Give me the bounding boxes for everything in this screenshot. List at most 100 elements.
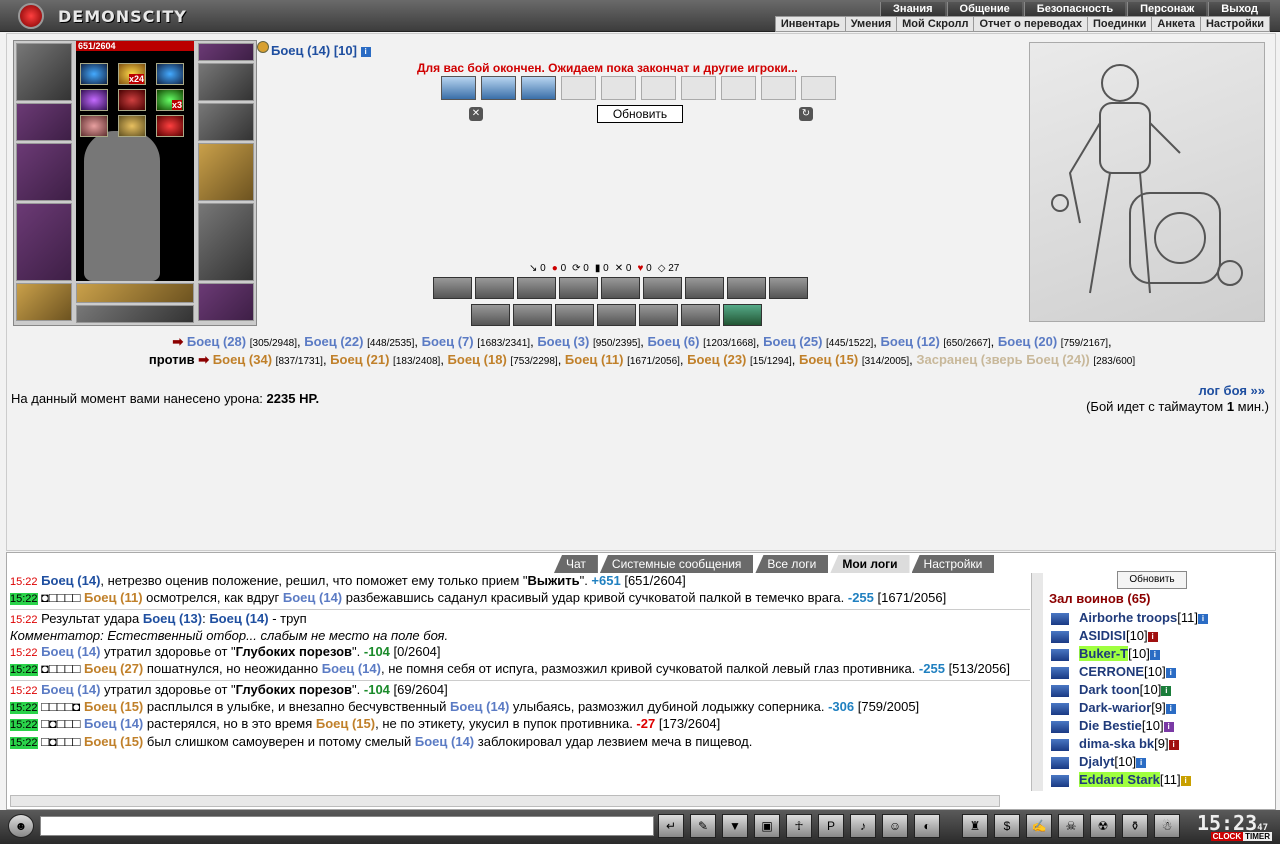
- menu-bottom-item[interactable]: Мой Скролл: [896, 17, 973, 31]
- player-row[interactable]: Dark toon[10] i: [1051, 681, 1271, 699]
- player-row[interactable]: Eddard Stark[11] i: [1051, 771, 1271, 789]
- info-icon[interactable]: i: [1149, 649, 1160, 660]
- skill-button[interactable]: [471, 304, 510, 326]
- friends-icon[interactable]: ☃: [1154, 814, 1180, 838]
- mask-icon[interactable]: ☠: [1058, 814, 1084, 838]
- scroll-slot[interactable]: [801, 76, 836, 100]
- chat-scrollbar[interactable]: [1031, 573, 1043, 791]
- player-name[interactable]: Eddard Stark: [1079, 772, 1160, 787]
- confirm-icon[interactable]: ↻: [799, 107, 813, 121]
- magic-slot-8[interactable]: [118, 115, 146, 137]
- scroll-slot[interactable]: [641, 76, 676, 100]
- fighter-name[interactable]: Боец (15): [799, 352, 858, 367]
- refresh-button[interactable]: Обновить: [597, 105, 683, 123]
- fighter-name[interactable]: Боец (18): [448, 352, 507, 367]
- skill-button[interactable]: [513, 304, 552, 326]
- skill-button[interactable]: [597, 304, 636, 326]
- magic-slot-1[interactable]: [80, 63, 108, 85]
- magic-slot-4[interactable]: [80, 89, 108, 111]
- skill-button[interactable]: [639, 304, 678, 326]
- legs-slot[interactable]: [198, 203, 254, 281]
- scroll-slot[interactable]: [681, 76, 716, 100]
- player-name[interactable]: ASIDISI: [1079, 628, 1126, 643]
- tab-2[interactable]: Все логи: [755, 555, 829, 573]
- pen-icon[interactable]: ✍: [1026, 814, 1052, 838]
- player-name[interactable]: CERRONE: [1079, 664, 1144, 679]
- belt-slot[interactable]: [16, 283, 72, 321]
- send-icon[interactable]: ↵: [658, 814, 684, 838]
- extra-slots[interactable]: [76, 305, 194, 323]
- menu-top-item[interactable]: Персонаж: [1127, 2, 1207, 16]
- skill-button[interactable]: [727, 277, 766, 299]
- magic-slot-3[interactable]: [156, 63, 184, 85]
- amulet-slot[interactable]: [198, 43, 254, 61]
- fighter-name[interactable]: Боец (3): [537, 334, 589, 349]
- skill-button[interactable]: [559, 277, 598, 299]
- eraser-icon[interactable]: ✎: [690, 814, 716, 838]
- player-name[interactable]: Dark toon: [1079, 682, 1140, 697]
- player-name[interactable]: Buker-T: [1079, 646, 1129, 661]
- beast-name[interactable]: Засранец (зверь Боец (24)): [916, 352, 1089, 367]
- info-icon[interactable]: i: [1165, 667, 1176, 678]
- info-icon[interactable]: i: [1161, 685, 1172, 696]
- info-icon[interactable]: i: [1147, 631, 1158, 642]
- bottle-icon[interactable]: ⚱: [1122, 814, 1148, 838]
- boots-slot[interactable]: [198, 283, 254, 321]
- magic-slot-6[interactable]: x3: [156, 89, 184, 111]
- info-icon[interactable]: i: [1197, 613, 1208, 624]
- fighter-name[interactable]: Боец (22): [304, 334, 363, 349]
- ring-slots[interactable]: [198, 63, 254, 101]
- menu-bottom-item[interactable]: Инвентарь: [776, 17, 845, 31]
- info-icon[interactable]: i: [1180, 775, 1191, 786]
- player-row[interactable]: CERRONE[10] i: [1051, 663, 1271, 681]
- battle-log-link[interactable]: лог боя »»: [1198, 383, 1265, 398]
- pl-icon[interactable]: P: [818, 814, 844, 838]
- fighter-name[interactable]: Боец (28): [187, 334, 246, 349]
- menu-top-item[interactable]: Общение: [946, 2, 1022, 16]
- rune-slots[interactable]: [76, 283, 194, 303]
- shield-slot[interactable]: [198, 143, 254, 201]
- menu-bottom-item[interactable]: Настройки: [1199, 17, 1269, 31]
- helmet-slot[interactable]: [16, 43, 72, 101]
- armor-slot[interactable]: [16, 203, 72, 281]
- menu-top-item[interactable]: Безопасность: [1023, 2, 1126, 16]
- skill-button[interactable]: [433, 277, 472, 299]
- scroll-slot[interactable]: [721, 76, 756, 100]
- logo-icon[interactable]: [18, 3, 44, 29]
- gloves-slot[interactable]: [198, 103, 254, 141]
- magic-slot-2[interactable]: x24: [118, 63, 146, 85]
- skill-button[interactable]: [555, 304, 594, 326]
- player-name[interactable]: Die Bestie: [1079, 718, 1142, 733]
- scroll-slot[interactable]: [481, 76, 516, 100]
- fighter-name[interactable]: Боец (23): [687, 352, 746, 367]
- magic-slot-7[interactable]: [80, 115, 108, 137]
- character-name[interactable]: Боец (14) [10] i: [271, 43, 371, 58]
- skill-button[interactable]: [685, 277, 724, 299]
- skill-button[interactable]: [643, 277, 682, 299]
- fighter-name[interactable]: Боец (20): [998, 334, 1057, 349]
- magic-slot-5[interactable]: [118, 89, 146, 111]
- chat-input[interactable]: [40, 816, 654, 836]
- fighter-name[interactable]: Боец (21): [330, 352, 389, 367]
- player-row[interactable]: Djalyt[10] i: [1051, 753, 1271, 771]
- skill-button[interactable]: [517, 277, 556, 299]
- player-row[interactable]: Dark-warior[9] i: [1051, 699, 1271, 717]
- fighter-name[interactable]: Боец (12): [881, 334, 940, 349]
- player-row[interactable]: Airborhe troops[11] i: [1051, 609, 1271, 627]
- smile-icon[interactable]: ☻: [8, 814, 34, 838]
- tab-4[interactable]: Настройки: [911, 555, 995, 573]
- money-icon[interactable]: $: [994, 814, 1020, 838]
- skill-button[interactable]: [769, 277, 808, 299]
- player-row[interactable]: Die Bestie[10] i: [1051, 717, 1271, 735]
- info-icon[interactable]: i: [360, 46, 371, 57]
- players-refresh-button[interactable]: Обновить: [1117, 571, 1187, 589]
- chat-hscrollbar[interactable]: [10, 795, 1000, 807]
- run-icon[interactable]: ☥: [786, 814, 812, 838]
- menu-bottom-item[interactable]: Анкета: [1151, 17, 1200, 31]
- skill-button[interactable]: [601, 277, 640, 299]
- scroll-slot[interactable]: [561, 76, 596, 100]
- player-row[interactable]: ASIDISI[10] i: [1051, 627, 1271, 645]
- bag-icon[interactable]: ♜: [962, 814, 988, 838]
- player-name[interactable]: dima-ska bk: [1079, 736, 1154, 751]
- tab-3[interactable]: Мои логи: [830, 555, 910, 573]
